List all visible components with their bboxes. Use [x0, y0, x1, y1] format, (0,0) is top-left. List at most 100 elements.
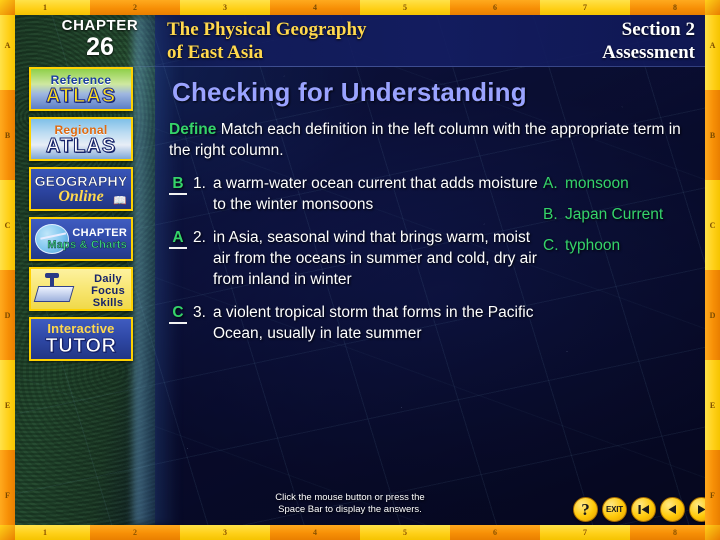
- chapter-label: CHAPTER 26: [25, 17, 175, 60]
- ruler-top-mark-5: 5: [360, 0, 450, 15]
- answer-blank-3[interactable]: C: [169, 303, 187, 324]
- previous-slide-button[interactable]: [660, 497, 685, 522]
- chevron-left-icon: [668, 505, 676, 514]
- term-text-c: typhoon: [565, 237, 621, 254]
- question-mark-icon: ?: [581, 499, 590, 519]
- slide-canvas: CHAPTER 26 The Physical Geography of Eas…: [15, 15, 705, 525]
- chapter-banner: CHAPTER 26 The Physical Geography of Eas…: [15, 15, 705, 67]
- definition-text-1: a warm-water ocean current that adds moi…: [213, 175, 538, 213]
- banner-title-line2: of East Asia: [167, 42, 264, 63]
- ruler-bottom-mark-4: 4: [270, 525, 360, 540]
- slide-navigation-bar: ? EXIT: [573, 497, 714, 522]
- ruler-bottom-mark-2: 2: [90, 525, 180, 540]
- ruler-left-mark-c: C: [0, 180, 15, 270]
- definition-text-2: in Asia, seasonal wind that brings warm,…: [213, 229, 537, 288]
- term-row: A. monsoon: [543, 173, 703, 194]
- define-label: Define: [169, 121, 217, 138]
- ruler-left-mark-e: E: [0, 360, 15, 450]
- banner-section: Section 2 Assessment: [602, 18, 695, 64]
- corner-bottom-left: [0, 525, 15, 540]
- projector-icon: [33, 286, 75, 302]
- daily-focus-line3: Skills: [92, 297, 124, 309]
- sidebar-nav: Reference ATLAS Regional ATLAS GEOGRAPHY…: [15, 67, 155, 367]
- term-row: B. Japan Current: [543, 204, 703, 225]
- ruler-right-mark-c: C: [705, 180, 720, 270]
- term-letter-c: C.: [543, 237, 559, 254]
- main-content: Checking for Understanding Define Match …: [155, 67, 705, 525]
- definition-number-1: 1.: [193, 175, 206, 192]
- ruler-bottom-mark-6: 6: [450, 525, 540, 540]
- answer-blank-1[interactable]: B: [169, 174, 187, 195]
- ruler-top-mark-6: 6: [450, 0, 540, 15]
- definition-list: B 1. a warm-water ocean current that add…: [169, 173, 539, 356]
- geography-online-line2: Online: [58, 187, 104, 205]
- definition-number-3: 3.: [193, 304, 206, 321]
- term-list: A. monsoon B. Japan Current C. typhoon: [543, 173, 703, 266]
- sidebar-item-reference-atlas[interactable]: Reference ATLAS: [29, 67, 133, 111]
- geography-online-line1: GEOGRAPHY: [34, 172, 128, 189]
- chapter-word: CHAPTER: [61, 17, 139, 34]
- definition-number-2: 2.: [193, 229, 206, 246]
- sidebar-item-daily-focus-skills[interactable]: Daily Focus Skills: [29, 267, 133, 311]
- ruler-top: 12345678: [0, 0, 720, 15]
- corner-top-right: [705, 0, 720, 15]
- ruler-right-mark-d: D: [705, 270, 720, 360]
- define-instructions-block: Define Match each definition in the left…: [169, 119, 681, 161]
- regional-atlas-line2: ATLAS: [45, 134, 117, 157]
- corner-top-left: [0, 0, 15, 15]
- term-letter-b: B.: [543, 206, 558, 223]
- ruler-right-mark-e: E: [705, 360, 720, 450]
- ruler-left: ABCDEF: [0, 0, 15, 540]
- term-row: C. typhoon: [543, 235, 703, 256]
- help-button[interactable]: ?: [573, 497, 598, 522]
- chapter-number: 26: [86, 33, 114, 61]
- first-slide-button[interactable]: [631, 497, 656, 522]
- banner-section-line2: Assessment: [602, 42, 695, 63]
- interactive-tutor-line2: TUTOR: [45, 335, 117, 357]
- definition-text-3: a violent tropical storm that forms in t…: [213, 304, 534, 342]
- definition-row: A 2. in Asia, seasonal wind that brings …: [169, 227, 539, 290]
- chapter-maps-line2: Maps & Charts: [47, 239, 127, 251]
- ruler-left-mark-b: B: [0, 90, 15, 180]
- term-text-a: monsoon: [565, 175, 629, 192]
- page-title: Checking for Understanding: [172, 77, 527, 107]
- hint-line2: Space Bar to display the answers.: [278, 504, 422, 515]
- exit-label: EXIT: [606, 505, 623, 514]
- presentation-slide: CHAPTER 26 The Physical Geography of Eas…: [0, 0, 720, 540]
- banner-title-line1: The Physical Geography: [167, 19, 367, 40]
- ruler-bottom-mark-7: 7: [540, 525, 630, 540]
- corner-bottom-right: [705, 525, 720, 540]
- hint-line1: Click the mouse button or press the: [275, 492, 425, 503]
- ruler-bottom-mark-3: 3: [180, 525, 270, 540]
- term-text-b: Japan Current: [565, 206, 664, 223]
- slide-hint-text: Click the mouse button or press the Spac…: [140, 492, 560, 516]
- sidebar-item-geography-online[interactable]: GEOGRAPHY Online 📖: [29, 167, 133, 211]
- interactive-tutor-line1: Interactive: [47, 321, 115, 336]
- open-book-icon: 📖: [113, 195, 127, 207]
- sidebar-item-interactive-tutor[interactable]: Interactive TUTOR: [29, 317, 133, 361]
- ruler-left-mark-d: D: [0, 270, 15, 360]
- ruler-right-mark-b: B: [705, 90, 720, 180]
- daily-focus-line2: Focus: [91, 285, 125, 297]
- ruler-bottom: 12345678: [0, 525, 720, 540]
- exit-button[interactable]: EXIT: [602, 497, 627, 522]
- sidebar-item-chapter-maps-charts[interactable]: CHAPTER Maps & Charts: [29, 217, 133, 261]
- sidebar-item-regional-atlas[interactable]: Regional ATLAS: [29, 117, 133, 161]
- ruler-top-mark-3: 3: [180, 0, 270, 15]
- ruler-bottom-mark-5: 5: [360, 525, 450, 540]
- ruler-top-mark-2: 2: [90, 0, 180, 15]
- skip-back-icon: [638, 505, 649, 514]
- ruler-top-mark-4: 4: [270, 0, 360, 15]
- answer-blank-2[interactable]: A: [169, 228, 187, 249]
- definition-row: C 3. a violent tropical storm that forms…: [169, 302, 539, 344]
- chapter-maps-line1: CHAPTER: [72, 227, 127, 239]
- term-letter-a: A.: [543, 175, 558, 192]
- define-instructions: Match each definition in the left column…: [169, 121, 681, 159]
- reference-atlas-line2: ATLAS: [45, 84, 117, 107]
- ruler-right: ABCDEF: [705, 0, 720, 540]
- banner-title: The Physical Geography of East Asia: [167, 18, 367, 64]
- definition-row: B 1. a warm-water ocean current that add…: [169, 173, 539, 215]
- ruler-top-mark-7: 7: [540, 0, 630, 15]
- banner-section-line1: Section 2: [621, 19, 695, 40]
- daily-focus-line1: Daily: [94, 273, 122, 285]
